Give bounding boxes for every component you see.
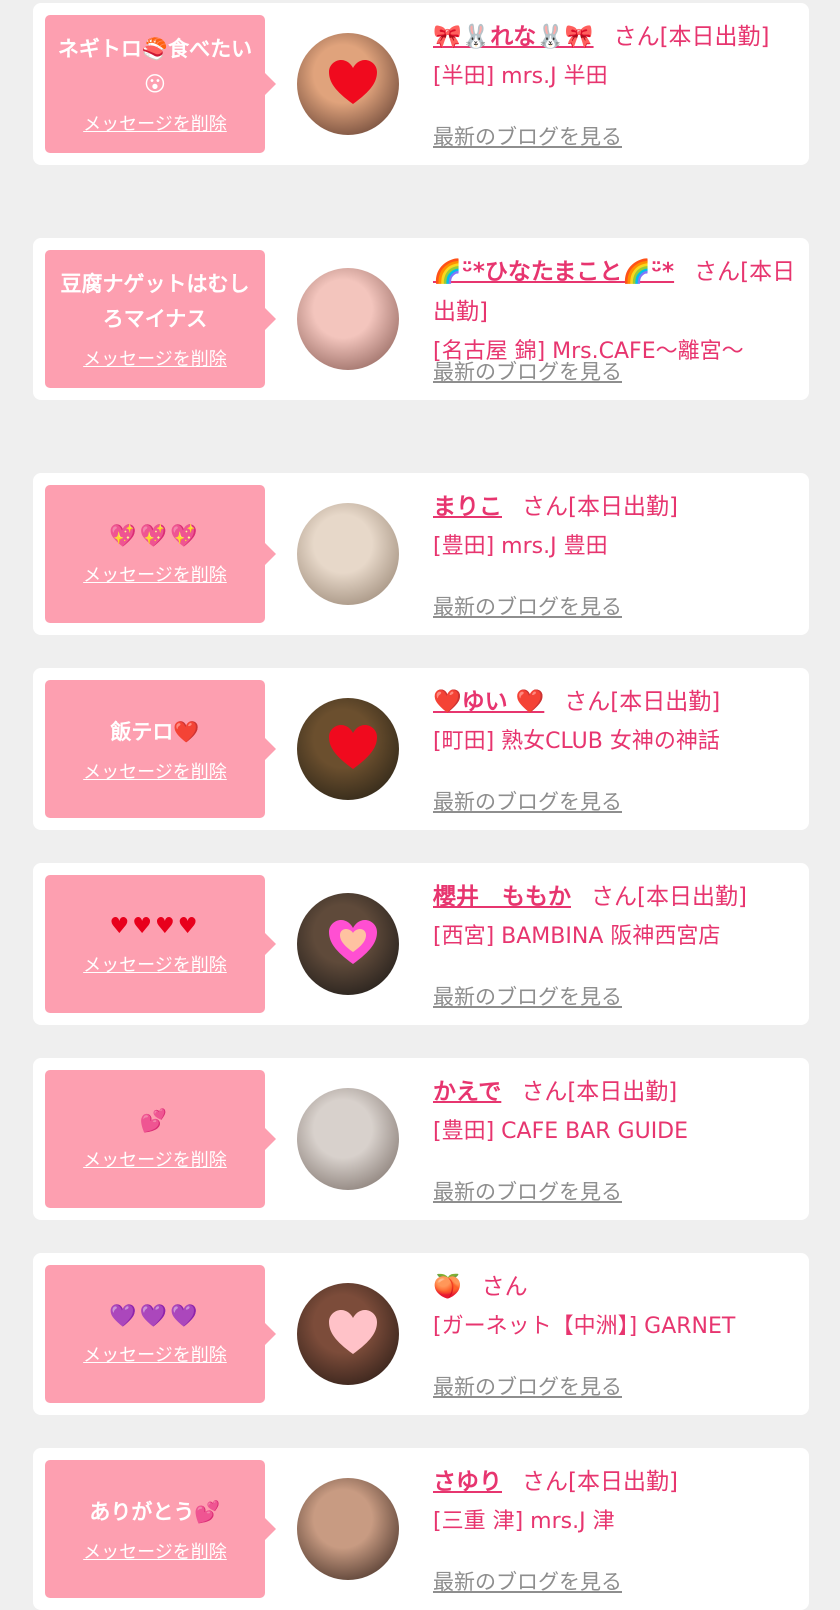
delete-message-link[interactable]: メッセージを削除 — [83, 1150, 227, 1172]
avatar[interactable] — [297, 503, 399, 605]
latest-blog-link[interactable]: 最新のブログを見る — [433, 591, 622, 621]
attendance-status: さん[本日出勤] — [522, 1469, 678, 1495]
message-list: ネギトロ🍣食べたい😮 メッセージを削除 🎀🐰れな🐰🎀 さん[本日出勤] [半田] … — [0, 0, 840, 1610]
heart-sticker-icon — [329, 725, 377, 769]
sender-name-link[interactable]: ❤️ゆい ❤️ — [433, 689, 544, 715]
message-card: ありがとう💕 メッセージを削除 さゆり さん[本日出勤] [三重 津] mrs.J… — [33, 1448, 809, 1610]
delete-message-link[interactable]: メッセージを削除 — [83, 565, 227, 587]
message-text: 💖💖💖 — [109, 524, 201, 549]
message-card: 💜💜💜 メッセージを削除 🍑 さん [ガーネット【中洲】] GARNET 最新のブ… — [33, 1253, 809, 1415]
shop-label: [豊田] mrs.J 豊田 — [433, 534, 608, 559]
delete-message-link[interactable]: メッセージを削除 — [83, 1542, 227, 1564]
message-bubble: ネギトロ🍣食べたい😮 メッセージを削除 — [45, 15, 276, 153]
sender-info: ❤️ゆい ❤️ さん[本日出勤] [町田] 熟女CLUB 女神の神話 — [433, 682, 797, 762]
message-text: 豆腐ナゲットはむしろマイナス — [60, 272, 250, 331]
delete-message-link[interactable]: メッセージを削除 — [83, 349, 227, 371]
shop-label: [町田] 熟女CLUB 女神の神話 — [433, 729, 720, 754]
message-bubble: ♥♥♥♥ メッセージを削除 — [45, 875, 276, 1013]
latest-blog-link[interactable]: 最新のブログを見る — [433, 786, 622, 816]
shop-label: [西宮] BAMBINA 阪神西宮店 — [433, 924, 721, 949]
sender-info: 🎀🐰れな🐰🎀 さん[本日出勤] [半田] mrs.J 半田 — [433, 17, 797, 97]
delete-message-link[interactable]: メッセージを削除 — [83, 955, 227, 977]
attendance-status: さん[本日出勤] — [564, 689, 721, 715]
message-bubble: 💖💖💖 メッセージを削除 — [45, 485, 276, 623]
avatar[interactable] — [297, 268, 399, 370]
sender-info: かえで さん[本日出勤] [豊田] CAFE BAR GUIDE — [433, 1072, 797, 1152]
sender-info: 🌈ᵕ̈*ひなたまこと🌈ᵕ̈* さん[本日出勤] [名古屋 錦] Mrs.CAFE～… — [433, 252, 797, 372]
sender-name-link[interactable]: 🍑 — [433, 1274, 462, 1300]
attendance-status: さん[本日出勤] — [591, 884, 747, 910]
latest-blog-link[interactable]: 最新のブログを見る — [433, 1566, 622, 1596]
sender-name-link[interactable]: さゆり — [433, 1469, 502, 1495]
attendance-status: さん — [481, 1274, 528, 1300]
shop-label: [三重 津] mrs.J 津 — [433, 1509, 615, 1534]
delete-message-link[interactable]: メッセージを削除 — [83, 762, 227, 784]
message-text: 飯テロ❤️ — [110, 719, 200, 744]
latest-blog-link[interactable]: 最新のブログを見る — [433, 1176, 622, 1206]
heart-sticker-icon — [329, 60, 377, 104]
message-card: 💕 メッセージを削除 かえで さん[本日出勤] [豊田] CAFE BAR GUI… — [33, 1058, 809, 1220]
sender-info: 櫻井 ももか さん[本日出勤] [西宮] BAMBINA 阪神西宮店 — [433, 877, 797, 957]
message-bubble: ありがとう💕 メッセージを削除 — [45, 1460, 276, 1598]
message-bubble: 豆腐ナゲットはむしろマイナス メッセージを削除 — [45, 250, 276, 388]
attendance-status: さん[本日出勤] — [522, 494, 678, 520]
message-card: 飯テロ❤️ メッセージを削除 ❤️ゆい ❤️ さん[本日出勤] [町田] 熟女CL… — [33, 668, 809, 830]
message-text: ありがとう💕 — [89, 1499, 221, 1524]
heart-sticker-icon — [329, 1310, 377, 1354]
avatar[interactable] — [297, 1283, 399, 1385]
shop-label: [半田] mrs.J 半田 — [433, 64, 608, 89]
sender-info: 🍑 さん [ガーネット【中洲】] GARNET — [433, 1267, 797, 1347]
delete-message-link[interactable]: メッセージを削除 — [83, 114, 227, 136]
message-bubble: 💜💜💜 メッセージを削除 — [45, 1265, 276, 1403]
message-card: ♥♥♥♥ メッセージを削除 櫻井 ももか さん[本日出勤] [西宮] BAMBIN… — [33, 863, 809, 1025]
message-text: ネギトロ🍣食べたい😮 — [57, 37, 253, 96]
message-bubble: 💕 メッセージを削除 — [45, 1070, 276, 1208]
message-text: 💕 — [139, 1109, 171, 1134]
avatar[interactable] — [297, 893, 399, 995]
heart-sticker-icon — [329, 920, 377, 964]
avatar[interactable] — [297, 1478, 399, 1580]
sender-name-link[interactable]: 櫻井 ももか — [433, 884, 571, 910]
latest-blog-link[interactable]: 最新のブログを見る — [433, 981, 622, 1011]
message-card: 💖💖💖 メッセージを削除 まりこ さん[本日出勤] [豊田] mrs.J 豊田 最… — [33, 473, 809, 635]
sender-name-link[interactable]: かえで — [433, 1079, 501, 1105]
attendance-status: さん[本日出勤] — [613, 24, 770, 50]
latest-blog-link[interactable]: 最新のブログを見る — [433, 356, 622, 386]
message-text: ♥♥♥♥ — [109, 914, 201, 939]
latest-blog-link[interactable]: 最新のブログを見る — [433, 121, 622, 151]
avatar[interactable] — [297, 33, 399, 135]
avatar[interactable] — [297, 1088, 399, 1190]
sender-info: まりこ さん[本日出勤] [豊田] mrs.J 豊田 — [433, 487, 797, 567]
attendance-status: さん[本日出勤] — [521, 1079, 678, 1105]
message-card: 豆腐ナゲットはむしろマイナス メッセージを削除 🌈ᵕ̈*ひなたまこと🌈ᵕ̈* さん… — [33, 238, 809, 400]
sender-name-link[interactable]: 🌈ᵕ̈*ひなたまこと🌈ᵕ̈* — [433, 259, 674, 285]
message-card: ネギトロ🍣食べたい😮 メッセージを削除 🎀🐰れな🐰🎀 さん[本日出勤] [半田] … — [33, 3, 809, 165]
avatar[interactable] — [297, 698, 399, 800]
message-text: 💜💜💜 — [109, 1304, 201, 1329]
shop-label: [豊田] CAFE BAR GUIDE — [433, 1119, 689, 1144]
delete-message-link[interactable]: メッセージを削除 — [83, 1345, 227, 1367]
message-bubble: 飯テロ❤️ メッセージを削除 — [45, 680, 276, 818]
sender-name-link[interactable]: 🎀🐰れな🐰🎀 — [433, 24, 594, 50]
sender-name-link[interactable]: まりこ — [433, 494, 502, 520]
latest-blog-link[interactable]: 最新のブログを見る — [433, 1371, 622, 1401]
shop-label: [ガーネット【中洲】] GARNET — [433, 1314, 736, 1339]
sender-info: さゆり さん[本日出勤] [三重 津] mrs.J 津 — [433, 1462, 797, 1542]
